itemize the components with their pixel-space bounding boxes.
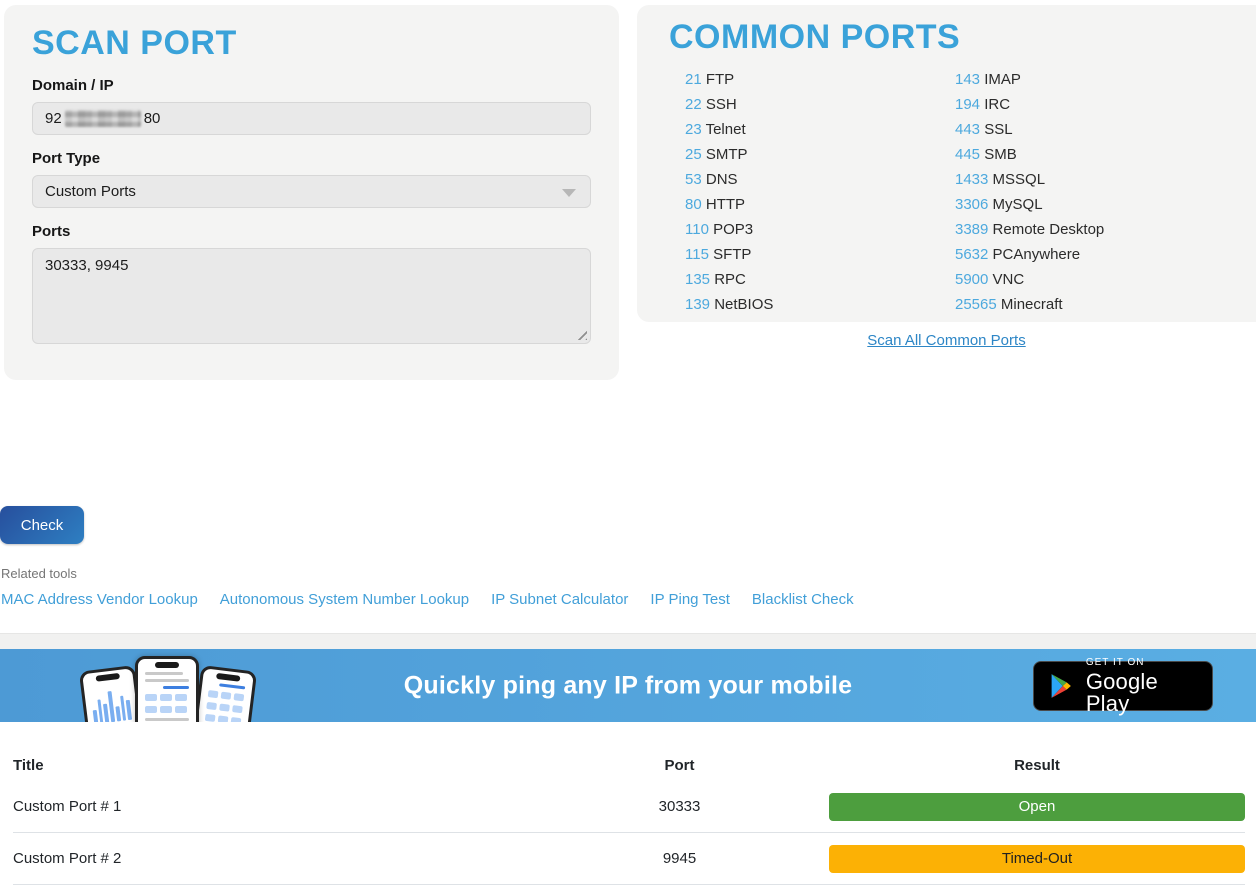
link-blacklist-check[interactable]: Blacklist Check xyxy=(752,591,854,608)
link-mac-address-vendor-lookup[interactable]: MAC Address Vendor Lookup xyxy=(1,591,198,608)
common-ports-section: COMMON PORTS 21 FTP 22 SSH 23 Telnet 25 … xyxy=(637,5,1256,350)
domain-value-prefix: 92 xyxy=(45,110,62,127)
common-ports-right-column: 143 IMAP 194 IRC 443 SSL 445 SMB 1433 MS… xyxy=(955,67,1236,317)
link-asn-lookup[interactable]: Autonomous System Number Lookup xyxy=(220,591,469,608)
top-section: SCAN PORT Domain / IP 92 80 Port Type Cus… xyxy=(0,0,1256,380)
port-item-minecraft: 25565 Minecraft xyxy=(955,292,1236,317)
common-ports-title: COMMON PORTS xyxy=(669,19,1236,56)
ports-label: Ports xyxy=(32,223,591,240)
port-item-pop3: 110 POP3 xyxy=(685,217,955,242)
port-item-pcanywhere: 5632 PCAnywhere xyxy=(955,242,1236,267)
port-item-rpc: 135 RPC xyxy=(685,267,955,292)
check-button[interactable]: Check xyxy=(0,506,84,544)
port-item-irc: 194 IRC xyxy=(955,92,1236,117)
scan-results-table: Title Port Result Custom Port # 1 30333 … xyxy=(0,749,1256,885)
google-play-icon xyxy=(1047,670,1075,702)
table-row: Custom Port # 1 30333 Open xyxy=(13,781,1245,833)
ports-group: Ports 30333, 9945 xyxy=(32,223,591,344)
google-play-badge-small-text: GET IT ON xyxy=(1086,658,1199,668)
domain-input[interactable]: 92 80 xyxy=(32,102,591,135)
scan-all-common-ports-link[interactable]: Scan All Common Ports xyxy=(867,332,1025,349)
redacted-ip-segment xyxy=(65,110,141,127)
port-item-smtp: 25 SMTP xyxy=(685,142,955,167)
phone-notch xyxy=(155,662,179,668)
domain-value-suffix: 80 xyxy=(144,110,161,127)
common-ports-left-column: 21 FTP 22 SSH 23 Telnet 25 SMTP 53 DNS 8… xyxy=(685,67,955,317)
google-play-badge[interactable]: GET IT ON Google Play xyxy=(1033,661,1213,711)
related-tools-links: MAC Address Vendor Lookup Autonomous Sys… xyxy=(1,591,1256,608)
scan-port-panel: SCAN PORT Domain / IP 92 80 Port Type Cus… xyxy=(4,5,619,380)
port-type-select[interactable]: Custom Ports xyxy=(32,175,591,208)
header-result: Result xyxy=(829,757,1245,774)
phone-mockup-center xyxy=(135,656,199,722)
port-item-http: 80 HTTP xyxy=(685,192,955,217)
port-item-ssh: 22 SSH xyxy=(685,92,955,117)
header-title: Title xyxy=(13,757,530,774)
port-item-ftp: 21 FTP xyxy=(685,67,955,92)
status-badge: Open xyxy=(829,793,1245,821)
mobile-app-banner: Quickly ping any IP from your mobile GET… xyxy=(0,649,1256,722)
port-type-label: Port Type xyxy=(32,150,591,167)
header-port: Port xyxy=(530,757,829,774)
port-item-ssl: 443 SSL xyxy=(955,117,1236,142)
common-ports-panel: COMMON PORTS 21 FTP 22 SSH 23 Telnet 25 … xyxy=(637,5,1256,322)
row-title: Custom Port # 1 xyxy=(13,798,530,815)
google-play-badge-large-text: Google Play xyxy=(1086,671,1199,715)
port-item-imap: 143 IMAP xyxy=(955,67,1236,92)
status-badge: Timed-Out xyxy=(829,845,1245,873)
link-ip-subnet-calculator[interactable]: IP Subnet Calculator xyxy=(491,591,628,608)
link-ip-ping-test[interactable]: IP Ping Test xyxy=(650,591,730,608)
table-row: Custom Port # 2 9945 Timed-Out xyxy=(13,833,1245,885)
port-item-telnet: 23 Telnet xyxy=(685,117,955,142)
row-title: Custom Port # 2 xyxy=(13,850,530,867)
ports-textarea[interactable]: 30333, 9945 xyxy=(32,248,591,344)
common-ports-list: 21 FTP 22 SSH 23 Telnet 25 SMTP 53 DNS 8… xyxy=(685,67,1236,317)
chevron-down-icon xyxy=(562,189,576,197)
results-header-row: Title Port Result xyxy=(13,749,1245,781)
port-item-vnc: 5900 VNC xyxy=(955,267,1236,292)
port-type-group: Port Type Custom Ports xyxy=(32,150,591,208)
row-port: 9945 xyxy=(530,850,829,867)
domain-group: Domain / IP 92 80 xyxy=(32,77,591,135)
domain-label: Domain / IP xyxy=(32,77,591,94)
port-item-sftp: 115 SFTP xyxy=(685,242,955,267)
port-item-dns: 53 DNS xyxy=(685,167,955,192)
port-item-mssql: 1433 MSSQL xyxy=(955,167,1236,192)
port-item-mysql: 3306 MySQL xyxy=(955,192,1236,217)
port-type-selected-value: Custom Ports xyxy=(45,183,136,200)
row-port: 30333 xyxy=(530,798,829,815)
port-item-smb: 445 SMB xyxy=(955,142,1236,167)
scan-port-title: SCAN PORT xyxy=(32,25,591,62)
related-tools-label: Related tools xyxy=(1,566,1256,581)
section-divider xyxy=(0,633,1256,649)
port-item-netbios: 139 NetBIOS xyxy=(685,292,955,317)
port-item-remote-desktop: 3389 Remote Desktop xyxy=(955,217,1236,242)
